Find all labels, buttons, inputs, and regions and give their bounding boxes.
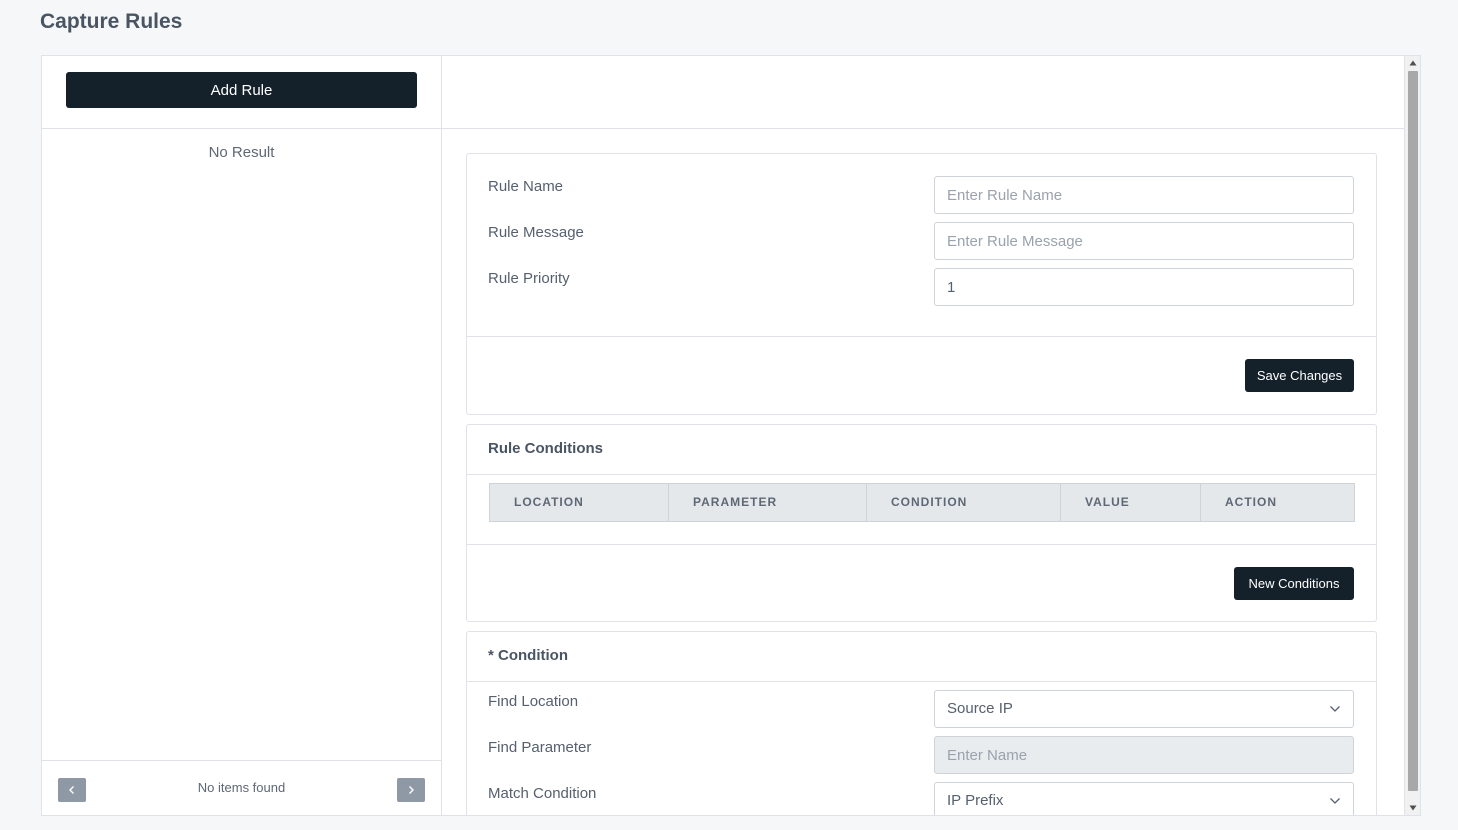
rule-name-label: Rule Name: [488, 178, 564, 195]
rule-settings-card: Rule Name Rule Message Rule Priority Sav…: [466, 153, 1377, 415]
divider: [467, 681, 1376, 682]
conditions-table-header: LOCATION PARAMETER CONDITION VALUE ACTIO…: [489, 483, 1355, 522]
add-rule-button[interactable]: Add Rule: [66, 72, 417, 108]
match-condition-label: Match Condition: [488, 785, 597, 802]
condition-card: * Condition Find Location Source IP Find…: [466, 631, 1377, 815]
chevron-right-icon: [409, 786, 414, 794]
match-condition-value: IP Prefix: [947, 792, 1004, 809]
rule-detail-header: [442, 56, 1406, 129]
pagination-status: No items found: [197, 780, 286, 795]
column-header-condition[interactable]: CONDITION: [867, 484, 1061, 521]
capture-rules-panel: Add Rule No Result No items found Rule N…: [41, 55, 1421, 816]
column-header-action[interactable]: ACTION: [1201, 484, 1354, 521]
save-changes-button[interactable]: Save Changes: [1245, 359, 1354, 392]
divider: [467, 474, 1376, 475]
vertical-scrollbar[interactable]: [1404, 56, 1420, 815]
rule-conditions-card: Rule Conditions LOCATION PARAMETER CONDI…: [466, 424, 1377, 622]
condition-title: * Condition: [488, 647, 568, 664]
match-condition-select[interactable]: IP Prefix: [934, 782, 1354, 815]
find-parameter-label: Find Parameter: [488, 739, 592, 756]
chevron-down-icon: [1330, 706, 1340, 712]
find-location-value: Source IP: [947, 700, 1013, 717]
rules-list-panel: Add Rule No Result No items found: [42, 56, 442, 815]
rule-message-label: Rule Message: [488, 224, 584, 241]
divider: [467, 544, 1376, 545]
next-page-button[interactable]: [397, 778, 425, 802]
scroll-down-arrow[interactable]: [1405, 801, 1420, 815]
page-title: Capture Rules: [40, 10, 183, 33]
rule-name-input[interactable]: [934, 176, 1354, 214]
triangle-down-icon: [1409, 805, 1416, 811]
rules-list-header: Add Rule: [42, 56, 441, 129]
find-location-label: Find Location: [488, 693, 579, 710]
find-parameter-input[interactable]: [934, 736, 1354, 774]
chevron-down-icon: [1330, 798, 1340, 804]
rule-priority-label: Rule Priority: [488, 270, 570, 287]
rule-conditions-title: Rule Conditions: [488, 440, 603, 457]
scrollbar-thumb[interactable]: [1408, 71, 1418, 791]
pagination-bar: No items found: [42, 760, 441, 815]
find-location-select[interactable]: Source IP: [934, 690, 1354, 728]
new-conditions-button[interactable]: New Conditions: [1234, 567, 1354, 600]
column-header-parameter[interactable]: PARAMETER: [669, 484, 867, 521]
empty-result-text: No Result: [208, 144, 275, 161]
divider: [467, 336, 1376, 337]
column-header-location[interactable]: LOCATION: [490, 484, 669, 521]
triangle-up-icon: [1409, 60, 1416, 66]
column-header-value[interactable]: VALUE: [1061, 484, 1201, 521]
rule-priority-input[interactable]: [934, 268, 1354, 306]
rule-detail-panel: Rule Name Rule Message Rule Priority Sav…: [442, 56, 1406, 815]
rule-message-input[interactable]: [934, 222, 1354, 260]
scroll-up-arrow[interactable]: [1405, 56, 1420, 70]
